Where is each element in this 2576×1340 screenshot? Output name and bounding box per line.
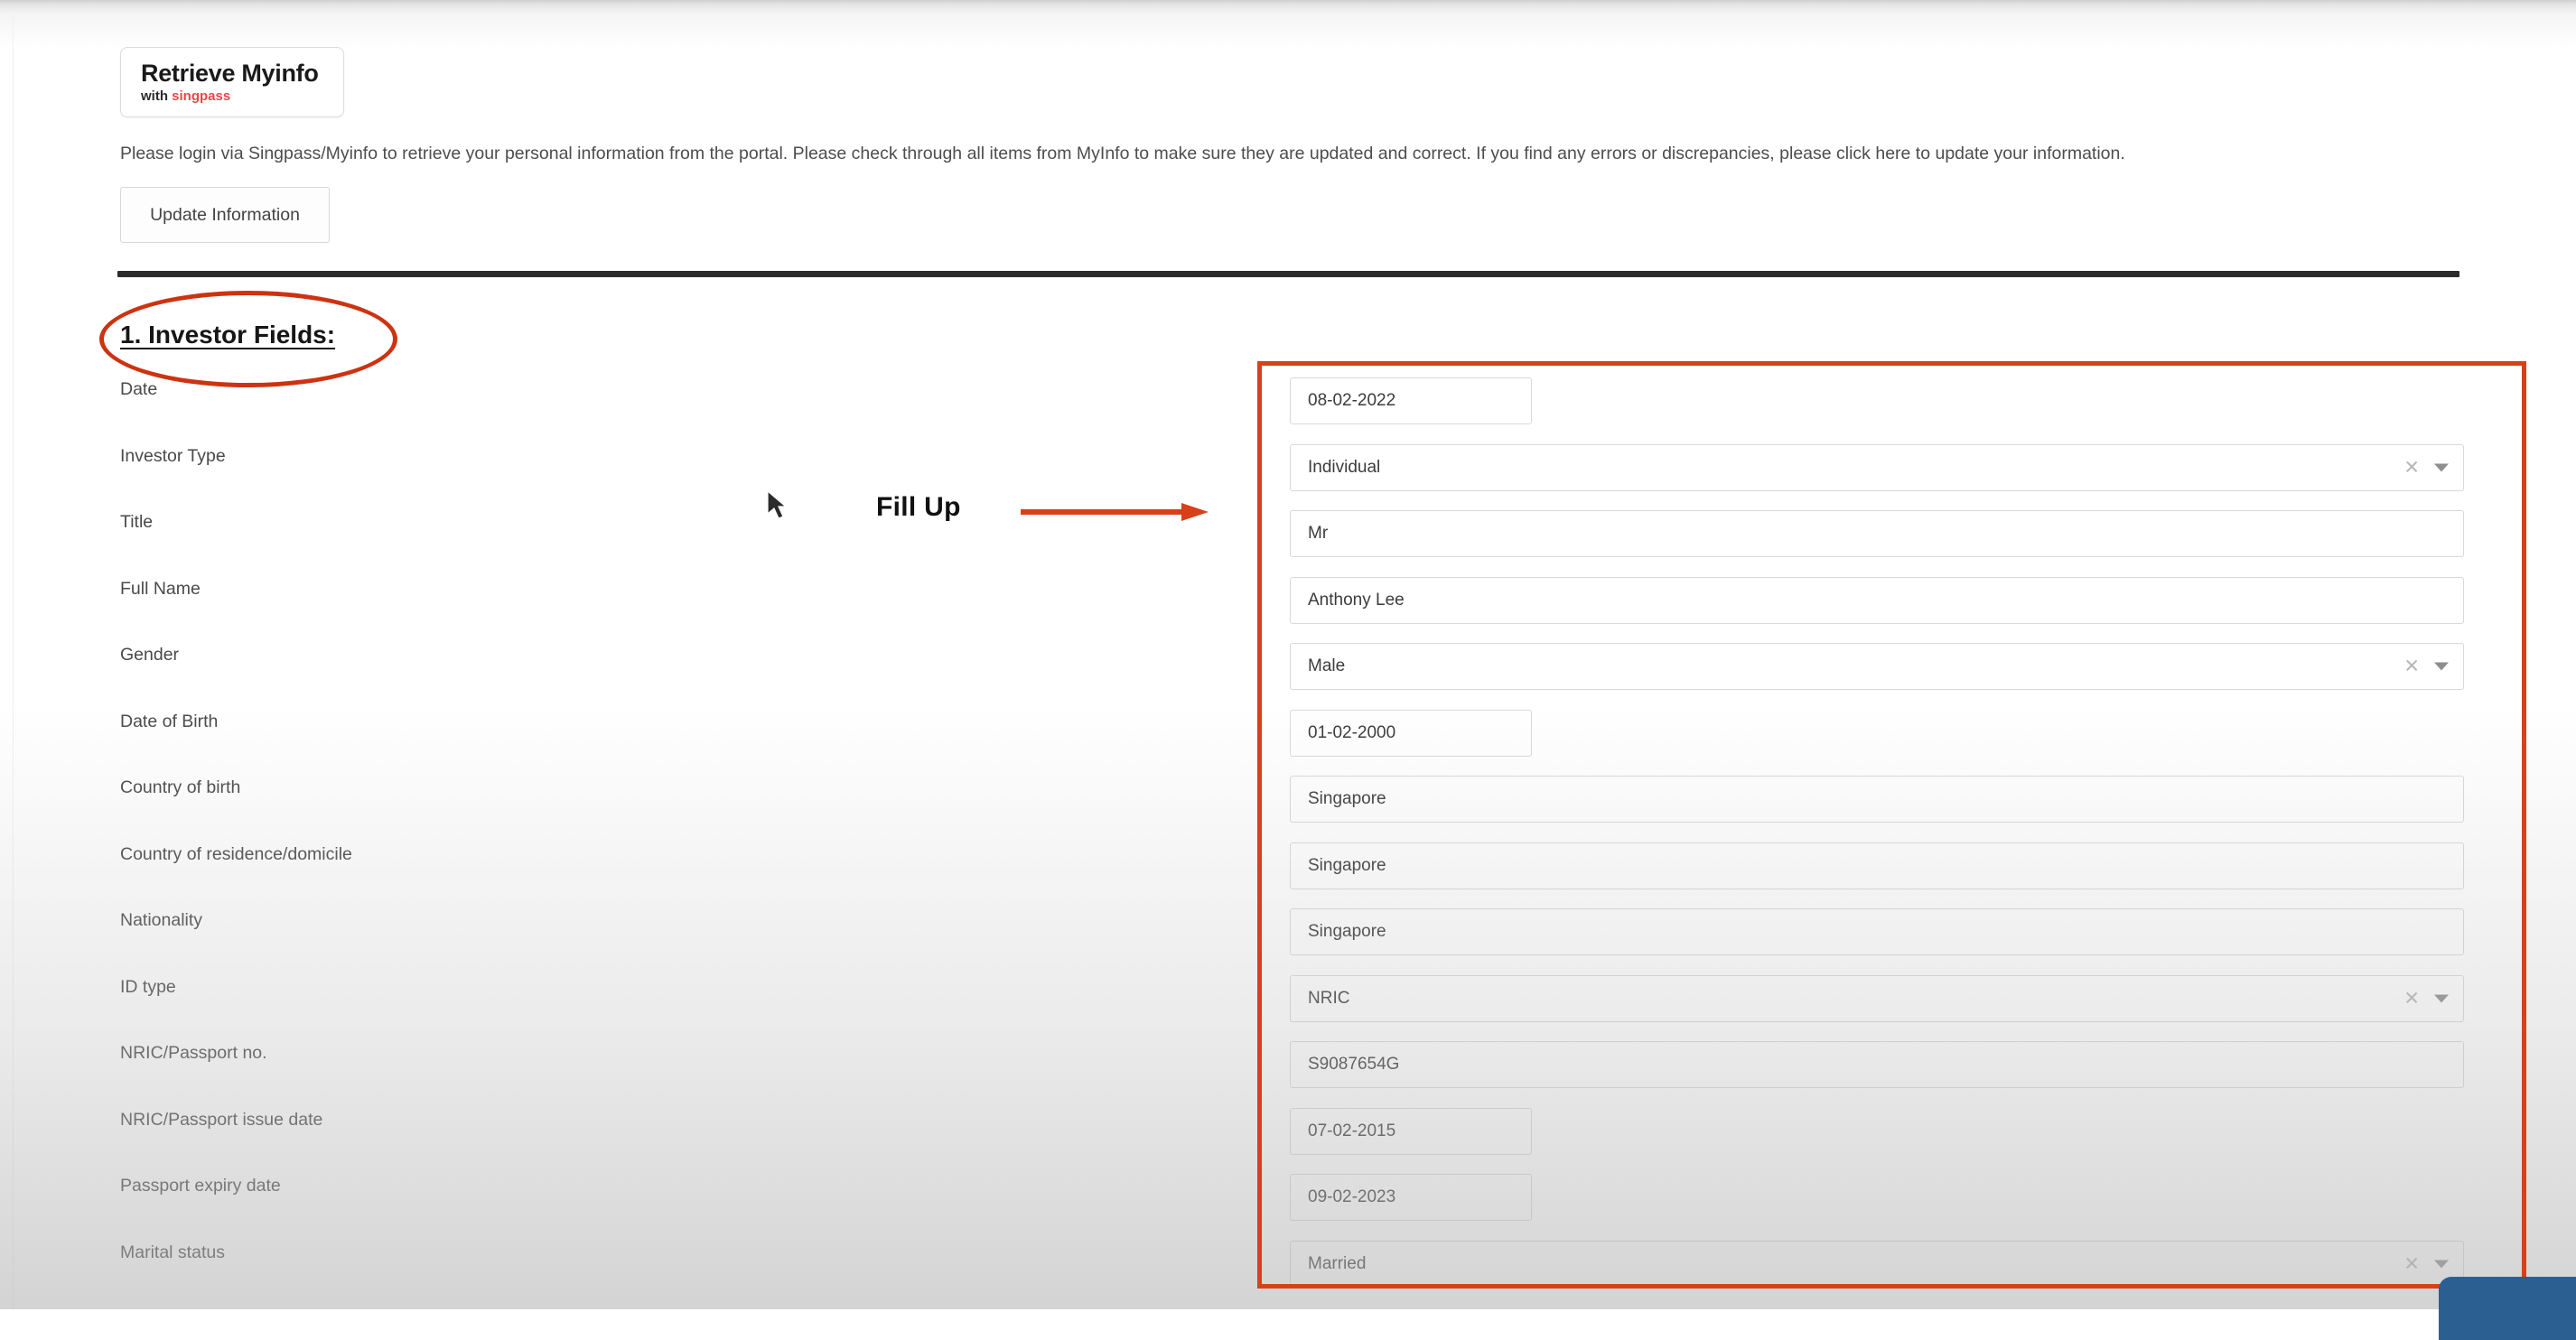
select-adornments: ✕: [2403, 1254, 2449, 1273]
clear-icon[interactable]: ✕: [2403, 657, 2420, 676]
text-field[interactable]: Singapore: [1290, 776, 2464, 823]
field-label: Country of birth: [120, 777, 241, 797]
field-value: 09-02-2023: [1308, 1187, 1396, 1206]
text-field[interactable]: S9087654G: [1290, 1041, 2464, 1088]
date-field[interactable]: 07-02-2015: [1290, 1107, 1532, 1155]
retrieve-myinfo-subtitle: with singpass: [141, 88, 343, 104]
field-label: Date: [120, 379, 158, 399]
browser-top-band: [0, 0, 2576, 13]
top-fade: [0, 13, 2576, 49]
field-value: Individual: [1308, 457, 1381, 477]
field-row: Singapore: [1290, 908, 2464, 975]
field-row: NRIC ✕: [1290, 974, 2464, 1042]
field-label: Investor Type: [120, 445, 226, 466]
retrieve-myinfo-button[interactable]: Retrieve Myinfo with singpass: [120, 47, 344, 117]
field-value: 01-02-2000: [1308, 722, 1396, 742]
clear-icon[interactable]: ✕: [2403, 1254, 2420, 1273]
field-row: Individual ✕: [1290, 443, 2464, 511]
field-label: Gender: [120, 645, 180, 665]
field-row: 09-02-2023: [1290, 1174, 2464, 1241]
text-field[interactable]: Singapore: [1290, 908, 2464, 955]
chevron-down-icon[interactable]: [2434, 1260, 2449, 1268]
chevron-down-icon[interactable]: [2434, 662, 2449, 671]
field-value: Singapore: [1308, 789, 1386, 808]
field-row: Married ✕: [1290, 1240, 2464, 1307]
left-edge-rule: [13, 13, 14, 1309]
field-row: Mr: [1290, 510, 2464, 577]
date-field[interactable]: 09-02-2023: [1290, 1174, 1532, 1221]
field-label: NRIC/Passport no.: [120, 1043, 267, 1063]
annotation-fill-up-label: Fill Up: [876, 492, 961, 522]
field-row: Singapore: [1290, 842, 2464, 909]
select-adornments: ✕: [2403, 458, 2449, 477]
text-field[interactable]: Singapore: [1290, 842, 2464, 889]
bottom-right-blue-button[interactable]: [2439, 1277, 2576, 1340]
field-value: Male: [1308, 656, 1346, 675]
field-label: Title: [120, 512, 154, 532]
field-value: Mr: [1308, 524, 1329, 543]
singpass-brand-label: singpass: [172, 88, 231, 105]
date-field[interactable]: 01-02-2000: [1290, 709, 1532, 757]
with-label: with: [141, 88, 168, 105]
clear-icon[interactable]: ✕: [2403, 458, 2420, 477]
retrieve-myinfo-title: Retrieve Myinfo: [141, 59, 319, 87]
field-label: Date of Birth: [120, 711, 219, 731]
field-row: 01-02-2000: [1290, 709, 2464, 777]
form-fields-column: 08-02-2022 Individual ✕ Mr Anthony Lee Male ✕ 0…: [1290, 377, 2464, 1307]
field-value: Married: [1308, 1253, 1367, 1273]
field-row: Male ✕: [1290, 643, 2464, 710]
date-field[interactable]: 08-02-2022: [1290, 377, 1532, 424]
field-label: ID type: [120, 976, 176, 997]
field-label: NRIC/Passport issue date: [120, 1109, 323, 1130]
field-row: S9087654G: [1290, 1041, 2464, 1108]
select-field[interactable]: Individual ✕: [1290, 443, 2464, 491]
text-field[interactable]: Mr: [1290, 510, 2464, 557]
update-information-button[interactable]: Update Information: [120, 187, 330, 243]
select-field[interactable]: Male ✕: [1290, 643, 2464, 690]
field-value: 08-02-2022: [1308, 391, 1396, 410]
field-value: Anthony Lee: [1308, 590, 1405, 610]
chevron-down-icon[interactable]: [2434, 463, 2449, 471]
field-value: Singapore: [1308, 855, 1386, 875]
field-value: S9087654G: [1308, 1055, 1400, 1074]
field-value: NRIC: [1308, 988, 1350, 1008]
select-adornments: ✕: [2403, 989, 2449, 1008]
section-divider: [117, 271, 2459, 277]
chevron-down-icon[interactable]: [2434, 994, 2449, 1002]
clear-icon[interactable]: ✕: [2403, 989, 2420, 1008]
field-value: 07-02-2015: [1308, 1121, 1396, 1140]
select-field[interactable]: Married ✕: [1290, 1240, 2464, 1288]
field-labels-column: Date Investor Type Title Full Name Gender Dat…: [120, 377, 662, 1307]
select-field[interactable]: NRIC ✕: [1290, 974, 2464, 1022]
field-row: 07-02-2015: [1290, 1107, 2464, 1175]
field-label: Full Name: [120, 578, 201, 599]
field-label: Marital status: [120, 1242, 225, 1262]
field-row: Anthony Lee: [1290, 576, 2464, 644]
select-adornments: ✕: [2403, 657, 2449, 676]
page-title: 1. Investor Fields:: [120, 321, 336, 349]
field-row: 08-02-2022: [1290, 377, 2464, 444]
field-label: Country of residence/domicile: [120, 843, 352, 864]
field-label: Nationality: [120, 910, 203, 930]
intro-paragraph: Please login via Singpass/Myinfo to retr…: [120, 144, 2125, 163]
field-value: Singapore: [1308, 922, 1386, 941]
field-label: Passport expiry date: [120, 1176, 281, 1196]
text-field[interactable]: Anthony Lee: [1290, 576, 2464, 624]
field-row: Singapore: [1290, 776, 2464, 842]
